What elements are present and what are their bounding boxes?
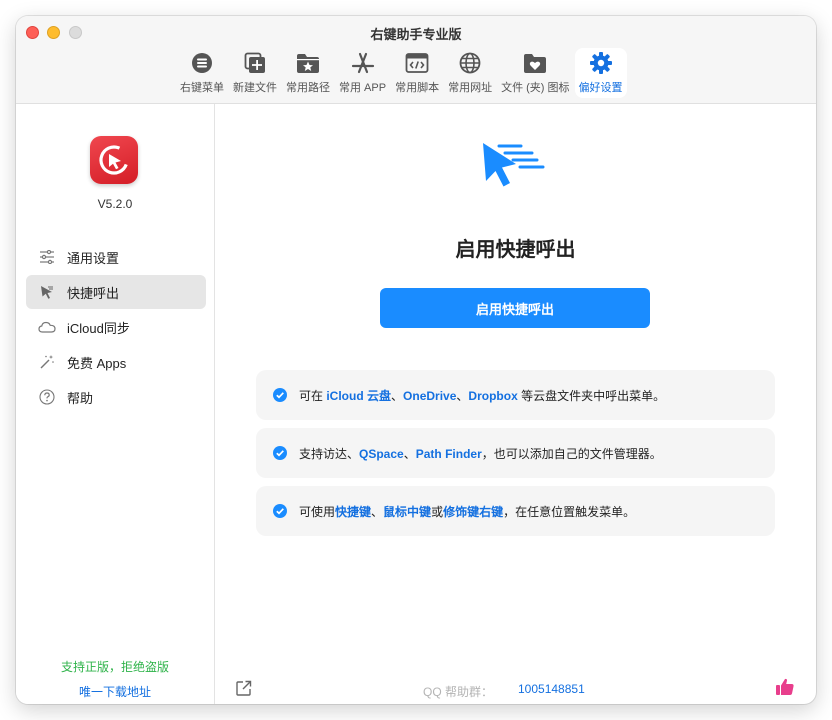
check-circle-icon (273, 388, 287, 402)
feature-highlight: Dropbox (468, 388, 518, 403)
toolbar-item-label: 常用脚本 (395, 82, 440, 94)
menu-list-icon (189, 51, 215, 75)
toolbar-item-new-file[interactable]: 新建文件 (229, 48, 281, 98)
sidebar-item-label: 快捷呼出 (67, 285, 120, 301)
feature-text-part: 、 (403, 446, 416, 461)
feature-highlight: 快捷键 (335, 504, 372, 519)
page-title: 启用快捷呼出 (455, 239, 576, 261)
feature-highlight: OneDrive (403, 388, 457, 403)
sidebar-item-label: 帮助 (67, 390, 94, 406)
sidebar-item-icloud-sync[interactable]: iCloud同步 (26, 310, 206, 344)
feature-highlight: 鼠标中键 (383, 504, 432, 519)
thumbs-up-icon[interactable] (775, 677, 795, 697)
app-version: V5.2.0 (97, 197, 133, 211)
sidebar-item-free-apps[interactable]: 免费 Apps (26, 345, 206, 379)
app-store-icon (350, 51, 376, 75)
toolbar-item-label: 新建文件 (233, 82, 277, 94)
feature-text-part: 可使用 (299, 504, 336, 519)
sidebar-item-quick-invoke[interactable]: 快捷呼出 (26, 275, 206, 309)
feature-highlight: 修饰键右键 (443, 504, 504, 519)
quick-invoke-cursor-icon (480, 140, 550, 210)
gear-icon (588, 51, 614, 75)
feature-card-triggers: 可使用快捷键、鼠标中键或修饰键右键，在任意位置触发菜单。 (256, 486, 775, 536)
feature-text-part: 等云盘文件夹中呼出菜单。 (517, 388, 666, 403)
script-icon (404, 51, 430, 75)
main-content: 启用快捷呼出 启用快捷呼出 可在 iCloud 云盘、OneDrive、Drop… (215, 104, 816, 704)
feature-text-part: 、 (456, 388, 469, 403)
toolbar-item-context-menu[interactable]: 右键菜单 (176, 48, 228, 98)
sliders-icon (38, 248, 56, 266)
toolbar-item-scripts[interactable]: 常用脚本 (391, 48, 443, 98)
share-icon[interactable] (235, 679, 253, 697)
toolbar-item-common-apps[interactable]: 常用 APP (335, 48, 390, 98)
toolbar-item-label: 偏好设置 (578, 82, 623, 94)
enable-quick-invoke-button[interactable]: 启用快捷呼出 (380, 288, 650, 328)
toolbar-item-preferences[interactable]: 偏好设置 (574, 48, 627, 98)
download-link[interactable]: 唯一下载地址 (16, 683, 214, 700)
feature-highlight: QSpace (359, 446, 404, 461)
folder-heart-icon (522, 51, 548, 75)
magic-wand-icon (38, 353, 56, 371)
question-icon (38, 388, 56, 406)
sidebar-item-label: 免费 Apps (67, 355, 127, 371)
title-bar: 右键助手专业版 右键菜单 新建文件 常用路径 常用 APP 常用脚本 常用网址 … (16, 16, 816, 104)
check-circle-icon (273, 504, 287, 518)
support-genuine-text: 支持正版，拒绝盗版 (60, 660, 169, 674)
sidebar-item-label: iCloud同步 (67, 320, 130, 336)
qq-group-number[interactable]: 1005148851 (518, 682, 585, 696)
feature-text-part: 、 (371, 504, 384, 519)
feature-highlight: Path Finder (415, 446, 482, 461)
sidebar-item-label: 通用设置 (67, 250, 120, 266)
feature-text-part: 、 (391, 388, 404, 403)
toolbar-item-websites[interactable]: 常用网址 (444, 48, 496, 98)
window-title: 右键助手专业版 (370, 27, 462, 42)
sidebar: V5.2.0 通用设置 快捷呼出 iCloud同步 免费 Apps 帮助 支持正… (16, 104, 215, 704)
globe-icon (457, 51, 483, 75)
toolbar-item-label: 常用 APP (339, 82, 387, 94)
toolbar-item-folder-icons[interactable]: 文件 (夹) 图标 (497, 48, 573, 98)
qq-group-label: QQ 帮助群： (423, 685, 494, 699)
sidebar-nav: 通用设置 快捷呼出 iCloud同步 免费 Apps 帮助 (26, 240, 206, 415)
feature-text: 可使用快捷键、鼠标中键或修饰键右键，在任意位置触发菜单。 (299, 503, 635, 520)
toolbar-item-label: 常用网址 (448, 82, 493, 94)
toolbar-item-common-paths[interactable]: 常用路径 (282, 48, 334, 98)
sidebar-item-help[interactable]: 帮助 (26, 380, 206, 414)
feature-text: 可在 iCloud 云盘、OneDrive、Dropbox 等云盘文件夹中呼出菜… (299, 387, 665, 404)
new-file-icon (242, 51, 268, 75)
toolbar-item-label: 右键菜单 (180, 82, 224, 94)
cloud-icon (38, 318, 56, 336)
feature-text-part: ，在任意位置触发菜单。 (503, 504, 636, 519)
feature-text-part: 可在 (299, 388, 327, 403)
toolbar-item-label: 文件 (夹) 图标 (501, 82, 570, 94)
feature-text: 支持访达、QSpace、Path Finder，也可以添加自己的文件管理器。 (299, 445, 662, 462)
feature-card-cloud: 可在 iCloud 云盘、OneDrive、Dropbox 等云盘文件夹中呼出菜… (256, 370, 775, 420)
cursor-icon (38, 283, 56, 301)
app-logo (90, 136, 138, 184)
feature-highlight: iCloud 云盘 (326, 388, 392, 403)
check-circle-icon (273, 446, 287, 460)
toolbar: 右键菜单 新建文件 常用路径 常用 APP 常用脚本 常用网址 文件 (夹) 图… (176, 48, 628, 100)
toolbar-item-label: 常用路径 (286, 82, 330, 94)
folder-star-icon (295, 51, 321, 75)
feature-card-file-managers: 支持访达、QSpace、Path Finder，也可以添加自己的文件管理器。 (256, 428, 775, 478)
feature-text-part: 或 (431, 504, 444, 519)
sidebar-item-general[interactable]: 通用设置 (26, 240, 206, 274)
feature-text-part: ，也可以添加自己的文件管理器。 (481, 446, 662, 461)
app-window: 右键助手专业版 右键菜单 新建文件 常用路径 常用 APP 常用脚本 常用网址 … (16, 16, 816, 704)
feature-text-part: 支持访达、 (299, 446, 360, 461)
